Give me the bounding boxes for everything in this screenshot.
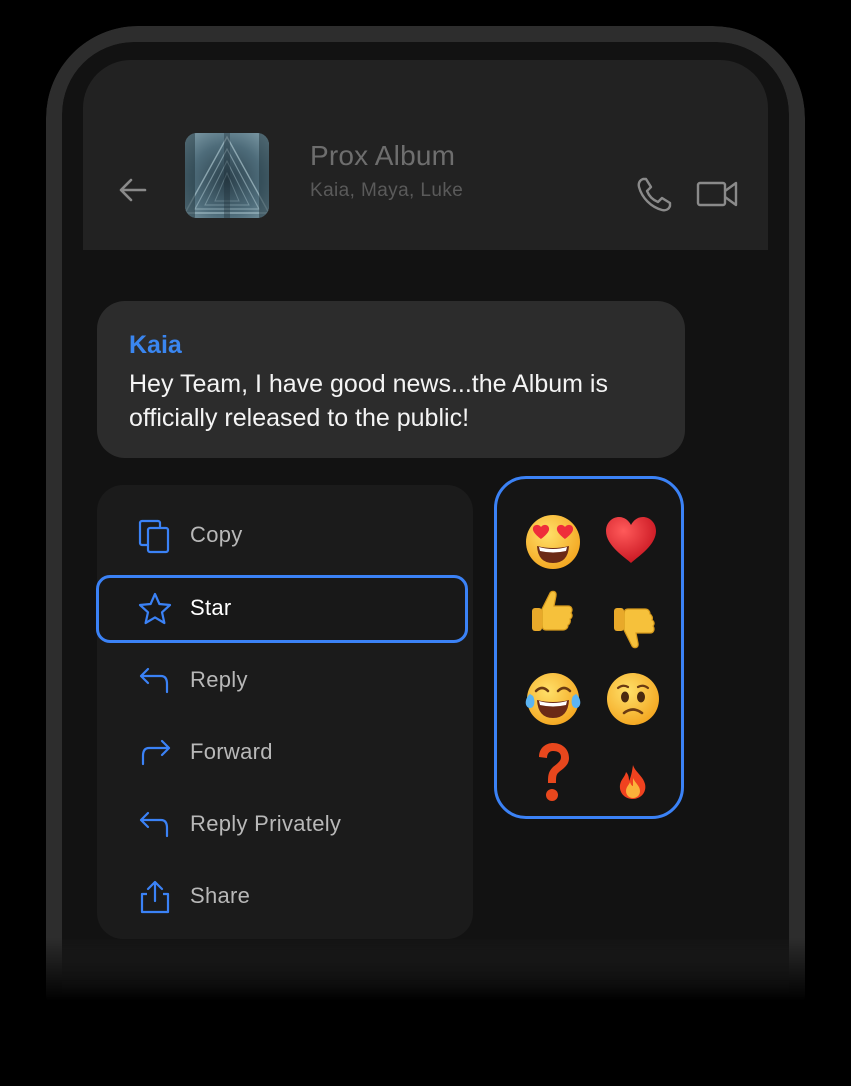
back-arrow-icon[interactable] xyxy=(117,174,149,206)
worried-face-emoji[interactable] xyxy=(606,672,660,731)
menu-item-label: Star xyxy=(190,595,232,620)
menu-item-label: Forward xyxy=(190,739,273,764)
menu-item-share[interactable]: Share xyxy=(97,861,473,933)
message-action-menu: Copy Star Reply Forward Reply Privately … xyxy=(96,485,473,939)
red-heart-emoji[interactable] xyxy=(604,515,658,572)
chat-screen: Prox Album Kaia, Maya, Luke Kaia Hey Tea… xyxy=(62,42,789,1082)
chat-header: Prox Album Kaia, Maya, Luke xyxy=(83,60,768,250)
group-avatar[interactable] xyxy=(185,133,269,218)
tears-of-joy-emoji[interactable] xyxy=(524,670,582,733)
reply-icon xyxy=(137,663,173,699)
thumbs-up-emoji[interactable] xyxy=(528,587,576,640)
message-bubble[interactable]: Kaia Hey Team, I have good news...the Al… xyxy=(97,301,685,458)
copy-icon xyxy=(137,518,173,554)
chat-participants: Kaia, Maya, Luke xyxy=(310,180,464,201)
star-icon xyxy=(137,591,173,627)
question-mark-emoji[interactable] xyxy=(531,741,575,810)
thumbs-down-emoji[interactable] xyxy=(610,604,658,657)
chat-title: Prox Album xyxy=(310,140,456,171)
menu-item-label: Reply Privately xyxy=(190,811,342,836)
menu-item-forward[interactable]: Forward xyxy=(97,717,473,789)
message-text: Hey Team, I have good news...the Album i… xyxy=(129,370,608,432)
menu-item-star[interactable]: Star xyxy=(96,573,473,645)
menu-item-reply-privately[interactable]: Reply Privately xyxy=(97,789,473,861)
menu-item-label: Copy xyxy=(190,522,243,547)
share-icon xyxy=(137,879,173,915)
video-camera-icon[interactable] xyxy=(696,174,740,214)
reply-privately-icon xyxy=(137,807,173,843)
menu-item-reply[interactable]: Reply xyxy=(97,645,473,717)
menu-item-label: Share xyxy=(190,883,251,908)
phone-icon[interactable] xyxy=(635,174,675,214)
menu-item-label: Reply xyxy=(190,667,248,692)
heart-eyes-emoji[interactable] xyxy=(524,513,582,576)
sender-name: Kaia xyxy=(129,331,182,359)
menu-item-copy[interactable]: Copy xyxy=(97,500,473,572)
reaction-picker xyxy=(494,476,684,819)
forward-icon xyxy=(137,735,173,771)
fire-emoji[interactable] xyxy=(617,764,649,805)
